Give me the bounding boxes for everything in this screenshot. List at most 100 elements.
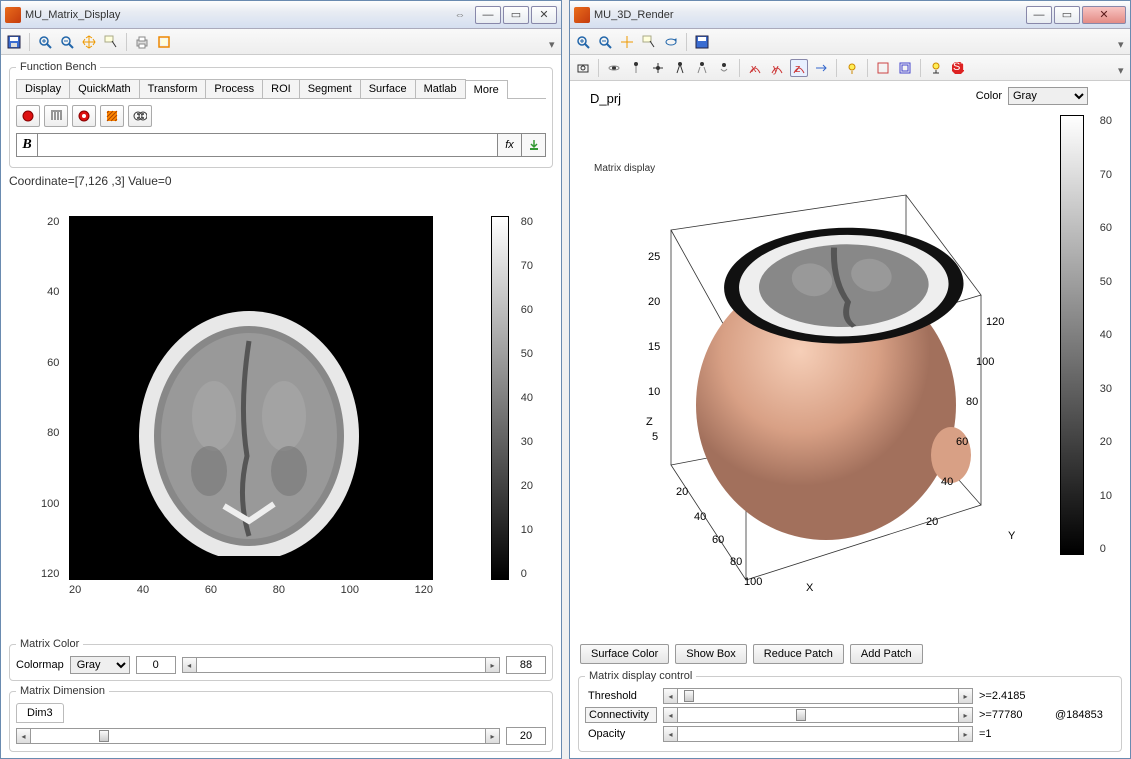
axis-y-icon[interactable]: y [768, 59, 786, 77]
toolbar-menu-icon[interactable]: ▾ [549, 38, 557, 46]
zoom-out-icon[interactable] [58, 33, 76, 51]
pan-icon[interactable] [80, 33, 98, 51]
svg-text:20: 20 [676, 486, 688, 498]
tab-process[interactable]: Process [205, 79, 263, 98]
zoom-camera-icon[interactable] [693, 59, 711, 77]
save-icon[interactable] [693, 33, 711, 51]
pan-scene-icon[interactable] [649, 59, 667, 77]
reduce-patch-button[interactable]: Reduce Patch [753, 644, 844, 664]
color-select[interactable]: Gray [1008, 87, 1088, 105]
datacursor-icon[interactable] [102, 33, 120, 51]
tab-dim3[interactable]: Dim3 [16, 703, 64, 723]
arrow-button[interactable]: ⇔ [447, 6, 473, 24]
zoom-in-icon[interactable] [574, 33, 592, 51]
film-icon[interactable] [128, 105, 152, 127]
tab-display[interactable]: Display [16, 79, 70, 98]
bars-icon[interactable] [44, 105, 68, 127]
zoom-in-icon[interactable] [36, 33, 54, 51]
colormap-max-input[interactable] [506, 656, 546, 674]
rotate3d-icon[interactable] [662, 33, 680, 51]
svg-text:60: 60 [712, 534, 724, 546]
add-patch-button[interactable]: Add Patch [850, 644, 923, 664]
tab-more[interactable]: More [465, 80, 508, 99]
y-axis-ticks: 20406080100120 [41, 216, 59, 580]
tab-matlab[interactable]: Matlab [415, 79, 466, 98]
dolly-icon[interactable] [671, 59, 689, 77]
dimension-value-input[interactable] [506, 727, 546, 745]
connectivity-slider[interactable]: ◂▸ [663, 707, 973, 723]
maximize-button[interactable]: ▭ [503, 6, 529, 24]
connectivity-label[interactable]: Connectivity [585, 707, 657, 723]
threshold-slider[interactable]: ◂▸ [663, 688, 973, 704]
tab-segment[interactable]: Segment [299, 79, 361, 98]
light-icon[interactable] [843, 59, 861, 77]
image-plot[interactable]: 20406080100120 20406080100120 8070605040… [7, 192, 555, 636]
zoom-out-icon[interactable] [596, 33, 614, 51]
matrix-dimension-group: Matrix Dimension Dim3 ◂▸ [9, 685, 553, 752]
dimension-slider[interactable]: ◂▸ [16, 728, 500, 744]
axis-x-icon[interactable]: x [746, 59, 764, 77]
toolbar-menu-icon[interactable]: ▾ [1118, 38, 1126, 46]
formula-input[interactable] [38, 133, 498, 157]
camera-tool-icon[interactable] [574, 59, 592, 77]
save-icon[interactable] [5, 33, 23, 51]
titlebar-left[interactable]: MU_Matrix_Display ⇔ — ▭ ✕ [1, 1, 561, 29]
dock-icon[interactable] [155, 33, 173, 51]
axis-z-icon[interactable]: z [790, 59, 808, 77]
connectivity-value: >=77780 [979, 709, 1049, 721]
svg-text:15: 15 [648, 341, 660, 353]
tab-quickmath[interactable]: QuickMath [69, 79, 140, 98]
threshold-value: >=2.4185 [979, 690, 1049, 702]
svg-text:100: 100 [744, 576, 762, 588]
svg-text:z: z [795, 63, 801, 75]
threshold-label: Threshold [585, 689, 657, 703]
tab-transform[interactable]: Transform [139, 79, 207, 98]
maximize-button[interactable]: ▭ [1054, 6, 1080, 24]
pan-icon[interactable] [618, 33, 636, 51]
close-button[interactable]: ✕ [531, 6, 557, 24]
svg-text:40: 40 [694, 511, 706, 523]
colormap-select[interactable]: Gray [70, 656, 130, 674]
toolbar-menu-icon[interactable]: ▾ [1118, 64, 1126, 72]
svg-text:STOP: STOP [953, 61, 965, 73]
svg-text:80: 80 [730, 556, 742, 568]
toolbar-right-2: x y z STOP ▾ [570, 55, 1130, 81]
datacursor-icon[interactable] [640, 33, 658, 51]
show-box-button[interactable]: Show Box [675, 644, 747, 664]
close-button[interactable]: ✕ [1082, 6, 1126, 24]
x-axis-ticks: 20406080100120 [69, 584, 433, 596]
svg-text:Z: Z [646, 416, 653, 428]
perspective-icon[interactable] [874, 59, 892, 77]
minimize-button[interactable]: — [1026, 6, 1052, 24]
minimize-button[interactable]: — [475, 6, 501, 24]
opacity-label: Opacity [585, 727, 657, 741]
tab-roi[interactable]: ROI [262, 79, 300, 98]
orbit-icon[interactable] [605, 59, 623, 77]
function-bench-group: Function Bench Display QuickMath Transfo… [9, 61, 553, 168]
opacity-slider[interactable]: ◂▸ [663, 726, 973, 742]
apply-icon[interactable] [522, 133, 546, 157]
print-icon[interactable] [133, 33, 151, 51]
tab-surface[interactable]: Surface [360, 79, 416, 98]
titlebar-right[interactable]: MU_3D_Render — ▭ ✕ [570, 1, 1130, 29]
roll-icon[interactable] [715, 59, 733, 77]
toolbar-left: ▾ [1, 29, 561, 55]
orbit-scene-icon[interactable] [627, 59, 645, 77]
colormap-slider[interactable]: ◂▸ [182, 657, 500, 673]
hatch-icon[interactable] [100, 105, 124, 127]
plot3d-area[interactable]: D_prj Color Gray Matrix display [576, 85, 1124, 640]
color-label: Color [976, 90, 1002, 102]
reset-view-icon[interactable] [927, 59, 945, 77]
fx-button[interactable]: fx [498, 133, 522, 157]
colormap-min-input[interactable] [136, 656, 176, 674]
ortho-icon[interactable] [896, 59, 914, 77]
colormap-label: Colormap [16, 659, 64, 671]
svg-text:100: 100 [976, 356, 994, 368]
surface-color-button[interactable]: Surface Color [580, 644, 669, 664]
coordinate-text: Coordinate=[7,126 ,3] Value=0 [7, 170, 555, 192]
stop-icon[interactable]: STOP [949, 59, 967, 77]
axis-free-icon[interactable] [812, 59, 830, 77]
formula-row: B fx [16, 133, 546, 157]
record-target-icon[interactable] [72, 105, 96, 127]
record-red-icon[interactable] [16, 105, 40, 127]
